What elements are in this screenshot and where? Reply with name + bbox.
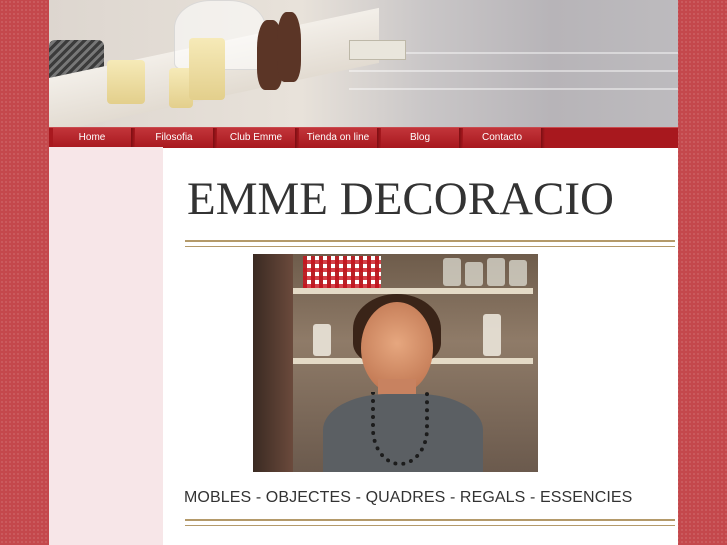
- necklace: [371, 392, 429, 466]
- nav-contacto[interactable]: Contacto: [463, 128, 545, 148]
- nav-club-emme[interactable]: Club Emme: [217, 128, 299, 148]
- nav-blog[interactable]: Blog: [381, 128, 463, 148]
- title-divider: [185, 240, 675, 247]
- shop-owner-photo: [253, 254, 538, 472]
- nav-tienda-online[interactable]: Tienda on line: [299, 128, 381, 148]
- left-sidebar: [49, 147, 163, 545]
- nav-filosofia[interactable]: Filosofia: [135, 128, 217, 148]
- product-tagline: MOBLES - OBJECTES - QUADRES - REGALS - E…: [184, 489, 633, 506]
- tagline-divider: [185, 519, 675, 526]
- egg-tray: [349, 40, 406, 60]
- nav-home[interactable]: Home: [53, 128, 135, 148]
- page-container: Home Filosofia Club Emme Tienda on line …: [49, 0, 678, 545]
- site-title: EMME DECORACIO: [187, 173, 614, 225]
- main-navigation: Home Filosofia Club Emme Tienda on line …: [49, 127, 678, 148]
- header-banner-image: [49, 0, 678, 127]
